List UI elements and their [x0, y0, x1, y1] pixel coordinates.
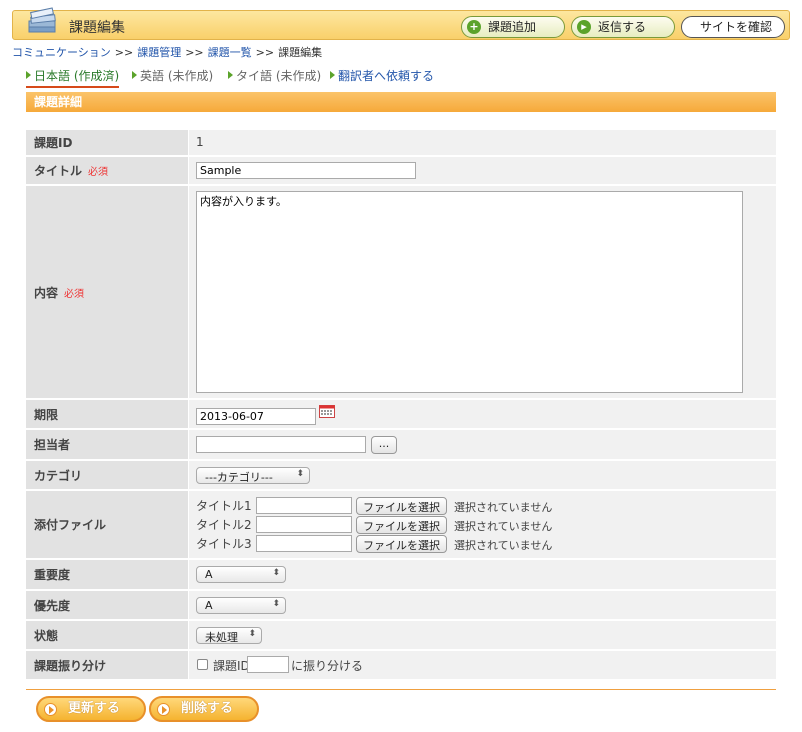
status-select[interactable]: 未処理 — [196, 627, 262, 644]
assign-prefix-text: 課題ID — [213, 659, 250, 673]
row-priority: 優先度 A — [26, 591, 776, 619]
priority-select[interactable]: A — [196, 597, 286, 614]
request-translator-link[interactable]: 翻訳者へ依頼する — [330, 67, 434, 84]
row-assign: 課題振り分け 課題ID に振り分ける — [26, 651, 776, 679]
category-select[interactable]: ---カテゴリ--- — [196, 467, 310, 484]
label-status: 状態 — [26, 621, 188, 649]
plus-icon: + — [467, 20, 481, 34]
row-assignee: 担当者 ... — [26, 430, 776, 459]
label-category: カテゴリ — [26, 461, 188, 489]
assign-suffix-text: に振り分ける — [291, 659, 364, 673]
row-attachments: 添付ファイル タイトル1 ファイルを選択 選択されていません タイトル2 ファイ… — [26, 491, 776, 558]
choose-file-button-2[interactable]: ファイルを選択 — [356, 516, 447, 534]
footer-divider — [26, 689, 776, 690]
play-icon: ▸ — [577, 20, 591, 34]
label-deadline: 期限 — [26, 400, 188, 428]
view-site-button[interactable]: サイトを確認 — [681, 16, 785, 38]
importance-select[interactable]: A — [196, 566, 286, 583]
choose-file-button-3[interactable]: ファイルを選択 — [356, 535, 447, 553]
delete-button[interactable]: 削除する — [149, 696, 259, 722]
tab-thai[interactable]: タイ語 (未作成) — [228, 67, 321, 84]
notebook-stack-icon — [28, 7, 56, 33]
no-file-text-2: 選択されていません — [454, 520, 553, 533]
label-attachments: 添付ファイル — [26, 491, 188, 558]
tab-english[interactable]: 英語 (未作成) — [132, 67, 213, 84]
assignee-input[interactable] — [196, 436, 366, 453]
breadcrumb-current: 課題編集 — [278, 46, 323, 59]
breadcrumb-task-management[interactable]: 課題管理 — [137, 46, 181, 59]
no-file-text-3: 選択されていません — [454, 539, 553, 552]
breadcrumb-task-list[interactable]: 課題一覧 — [208, 46, 252, 59]
attachment-title-input-3[interactable] — [256, 535, 352, 552]
row-category: カテゴリ ---カテゴリ--- — [26, 461, 776, 489]
attachment-title-input-1[interactable] — [256, 497, 352, 514]
add-task-button[interactable]: + 課題追加 — [461, 16, 565, 38]
play-icon — [44, 703, 57, 716]
update-button[interactable]: 更新する — [36, 696, 146, 722]
row-task-id: 課題ID 1 — [26, 130, 776, 155]
play-icon — [157, 703, 170, 716]
reply-button[interactable]: ▸ 返信する — [571, 16, 675, 38]
label-assign: 課題振り分け — [26, 651, 188, 679]
attachment-title-input-2[interactable] — [256, 516, 352, 533]
section-header: 課題詳細 — [26, 92, 776, 112]
tab-japanese[interactable]: 日本語 (作成済) — [26, 67, 120, 88]
attachment-title-label-3: タイトル3 — [196, 537, 252, 551]
task-id-value: 1 — [196, 135, 204, 149]
calendar-icon[interactable] — [319, 404, 335, 418]
header-bar: 課題編集 + 課題追加 ▸ 返信する サイトを確認 — [12, 7, 790, 40]
assign-checkbox[interactable] — [197, 659, 208, 670]
label-title: タイトル 必須 — [26, 157, 188, 184]
label-task-id: 課題ID — [26, 130, 188, 155]
deadline-input[interactable] — [196, 408, 316, 425]
row-content: 内容 必須 — [26, 186, 776, 398]
assign-task-id-input[interactable] — [247, 656, 289, 673]
label-assignee: 担当者 — [26, 430, 188, 459]
choose-file-button-1[interactable]: ファイルを選択 — [356, 497, 447, 515]
page-title: 課題編集 — [69, 20, 125, 36]
row-importance: 重要度 A — [26, 560, 776, 589]
label-priority: 優先度 — [26, 591, 188, 619]
content-textarea[interactable] — [196, 191, 743, 393]
row-title: タイトル 必須 — [26, 157, 776, 184]
row-status: 状態 未処理 — [26, 621, 776, 649]
label-content: 内容 必須 — [26, 186, 188, 398]
breadcrumb-communication[interactable]: コミュニケーション — [12, 46, 111, 59]
title-input[interactable] — [196, 162, 416, 179]
label-importance: 重要度 — [26, 560, 188, 589]
row-deadline: 期限 — [26, 400, 776, 428]
attachment-title-label-1: タイトル1 — [196, 499, 252, 513]
breadcrumb: コミュニケーション >> 課題管理 >> 課題一覧 >> 課題編集 — [12, 46, 323, 59]
attachment-title-label-2: タイトル2 — [196, 518, 252, 532]
assignee-picker-button[interactable]: ... — [371, 436, 397, 454]
no-file-text-1: 選択されていません — [454, 501, 553, 514]
